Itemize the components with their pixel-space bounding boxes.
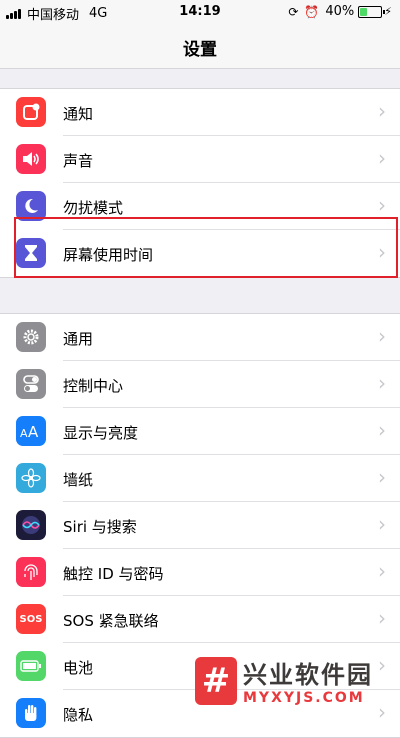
orientation-lock-icon: ⟳ [288, 4, 299, 19]
row-label: 控制中心 [63, 377, 124, 395]
row-label: 声音 [63, 152, 94, 170]
chevron-right-icon: › [378, 193, 386, 217]
chevron-right-icon: › [378, 559, 386, 583]
watermark-logo: # 兴业软件园 MYXYJS.COM [195, 650, 400, 711]
flower-icon [16, 463, 46, 493]
watermark-symbol: # [195, 656, 237, 705]
chevron-right-icon: › [378, 324, 386, 348]
settings-row-display-brightness[interactable]: AA 显示与亮度 › [0, 408, 400, 455]
sos-icon: SOS [16, 604, 46, 634]
watermark-chinese-text: 兴业软件园 [243, 661, 373, 689]
settings-row-sounds[interactable]: 声音 › [0, 136, 400, 183]
settings-row-siri-search[interactable]: Siri 与搜索 › [0, 502, 400, 549]
row-label: 触控 ID 与密码 [63, 565, 164, 583]
settings-row-general[interactable]: 通用 › [0, 314, 400, 361]
row-label: 显示与亮度 [63, 424, 139, 442]
chevron-right-icon: › [378, 465, 386, 489]
navigation-bar: 设置 [0, 24, 400, 69]
chevron-right-icon: › [378, 99, 386, 123]
row-label: 通知 [63, 105, 94, 123]
chevron-right-icon: › [378, 371, 386, 395]
row-label: 隐私 [63, 706, 94, 724]
svg-text:A: A [20, 427, 28, 439]
row-label: SOS 紧急联络 [63, 612, 159, 630]
highlight-box [14, 217, 398, 278]
text-size-icon: AA [16, 416, 46, 446]
toggle-switches-icon [16, 369, 46, 399]
settings-row-wallpaper[interactable]: 墙纸 › [0, 455, 400, 502]
settings-row-touch-id-passcode[interactable]: 触控 ID 与密码 › [0, 549, 400, 596]
page-title: 设置 [183, 40, 217, 60]
settings-row-notifications[interactable]: 通知 › [0, 89, 400, 136]
chevron-right-icon: › [378, 146, 386, 170]
notification-icon [16, 97, 46, 127]
row-label: 电池 [63, 659, 94, 677]
row-label: Siri 与搜索 [63, 518, 137, 536]
battery-icon [16, 651, 46, 681]
siri-icon [16, 510, 46, 540]
status-bar: 中国移动 4G 14:19 ⟳ ⏰ 40% ⚡ [0, 0, 400, 24]
gear-icon [16, 322, 46, 352]
row-label: 勿扰模式 [63, 199, 124, 217]
hand-icon [16, 698, 46, 728]
alarm-icon: ⏰ [304, 4, 320, 19]
settings-row-emergency-sos[interactable]: SOS SOS 紧急联络 › [0, 596, 400, 643]
row-label: 通用 [63, 330, 94, 348]
row-label: 墙纸 [63, 471, 94, 489]
charging-icon: ⚡ [384, 5, 392, 18]
chevron-right-icon: › [378, 418, 386, 442]
chevron-right-icon: › [378, 606, 386, 630]
svg-text:A: A [28, 423, 39, 439]
settings-row-control-center[interactable]: 控制中心 › [0, 361, 400, 408]
chevron-right-icon: › [378, 512, 386, 536]
speaker-icon [16, 144, 46, 174]
fingerprint-icon [16, 557, 46, 587]
battery-icon [358, 5, 386, 18]
battery-percent: 40% [325, 4, 355, 19]
watermark-url-text: MYXYJS.COM [243, 690, 365, 706]
